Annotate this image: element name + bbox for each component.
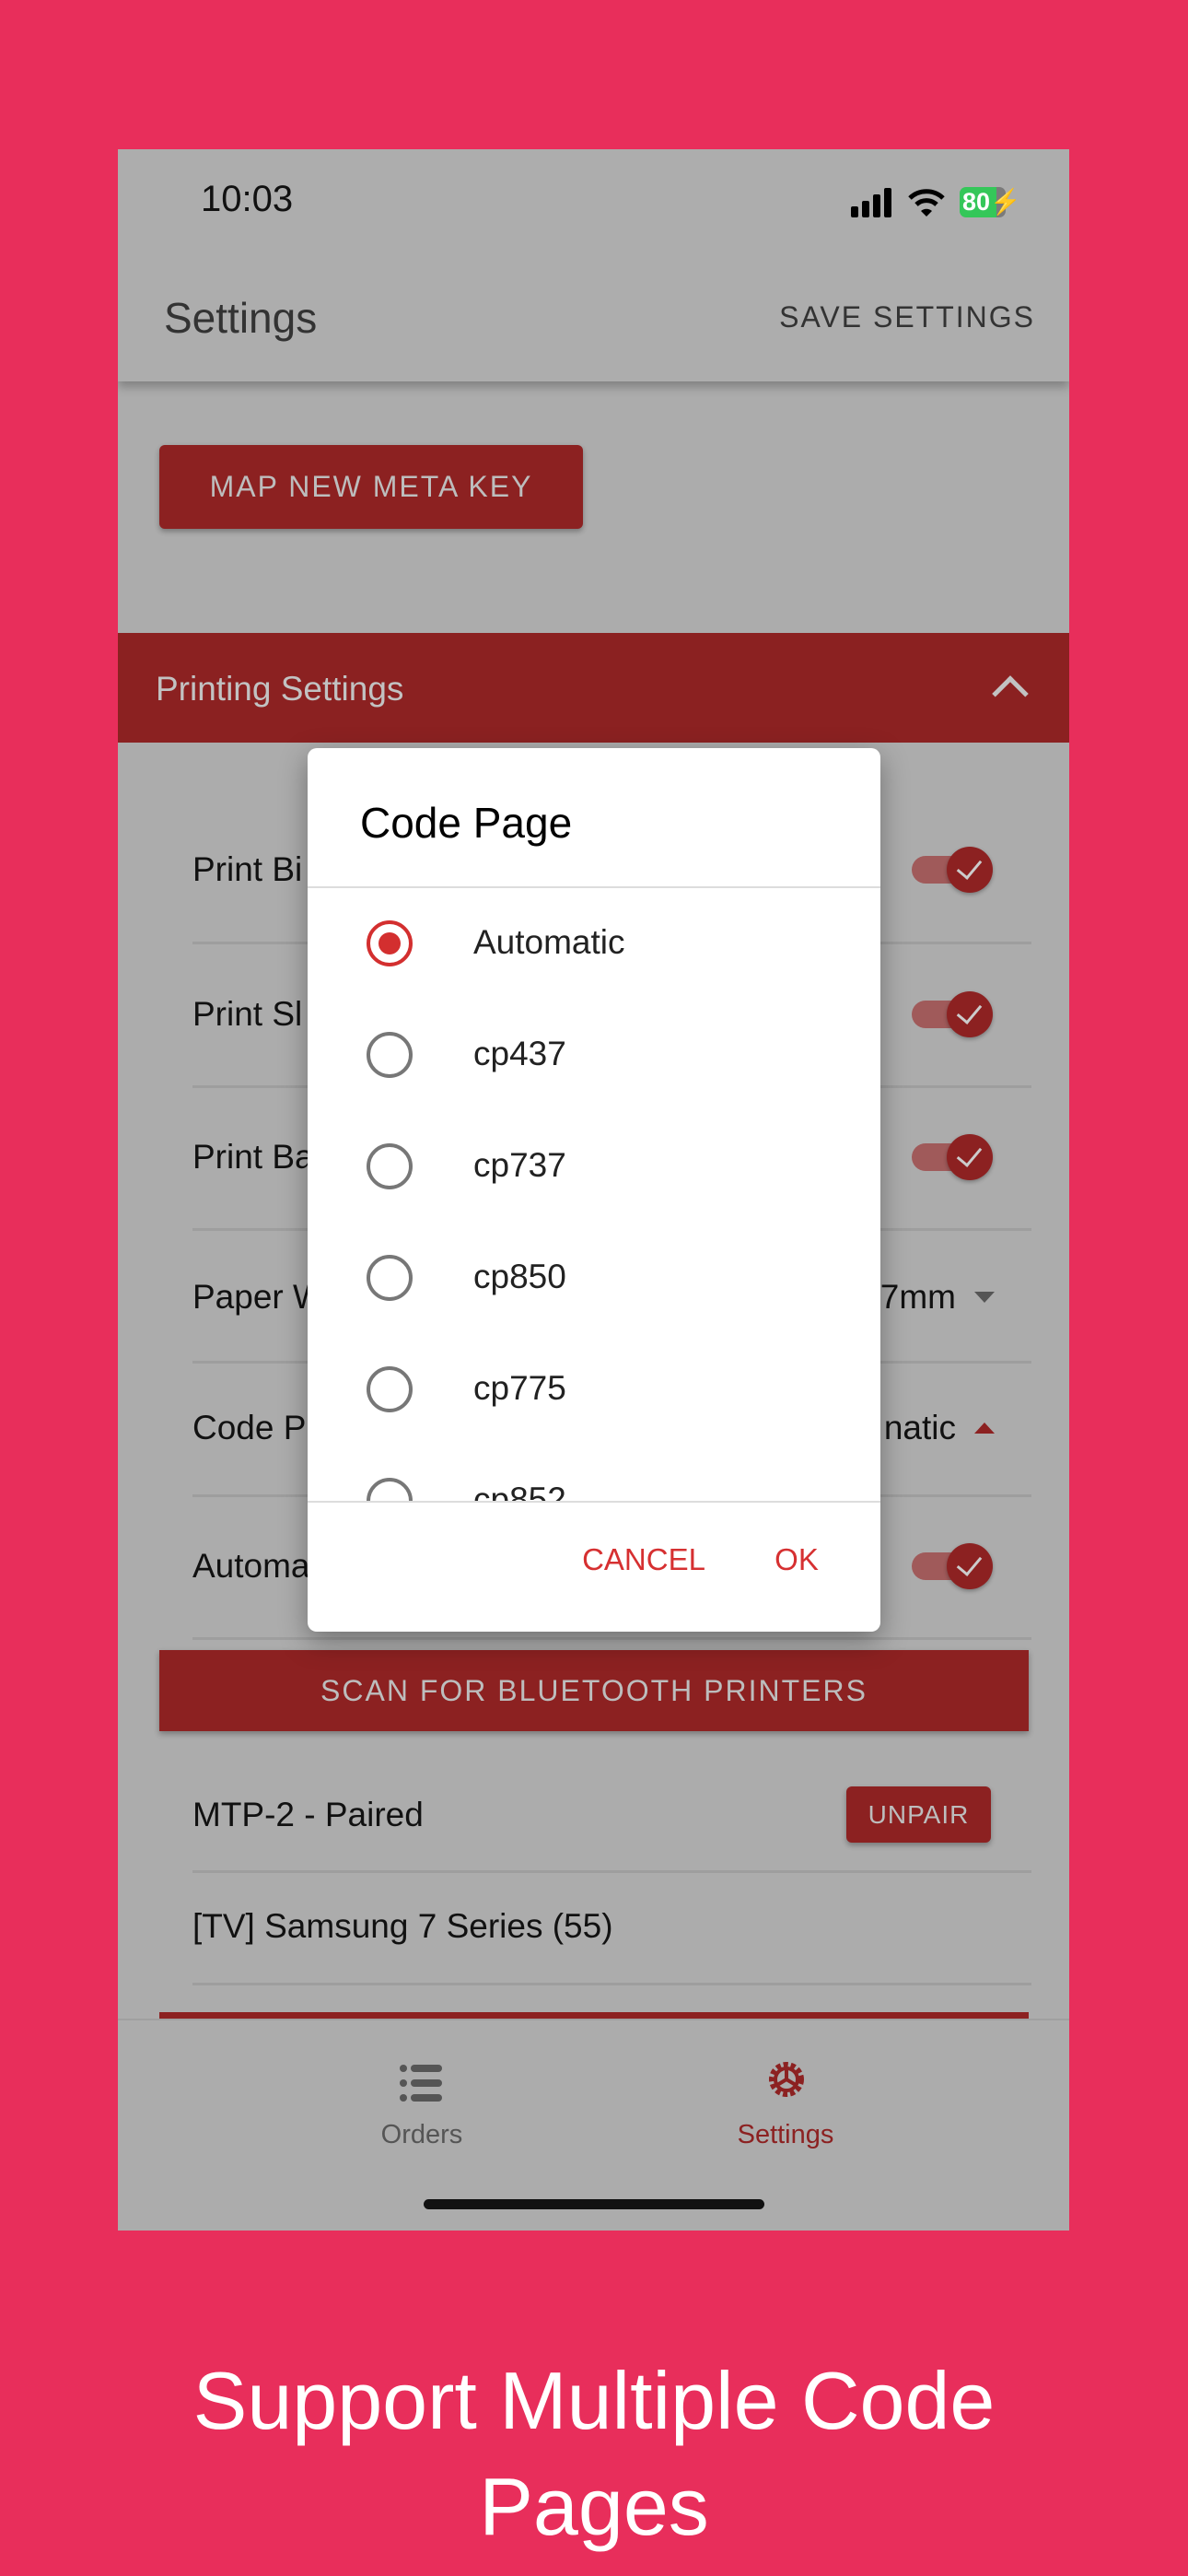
option-cp852[interactable]: cp852 [308, 1446, 880, 1501]
setting-label: Print Ba [192, 1138, 314, 1176]
app-header: 10:03 80⚡ Settings SAVE SETTINGS [118, 149, 1069, 381]
caption-line-2: Pages [479, 2461, 709, 2552]
option-cp437[interactable]: cp437 [308, 1000, 880, 1111]
option-label: Automatic [473, 923, 625, 961]
nav-settings[interactable]: Settings [738, 2048, 833, 2159]
setting-label: Print Sl [192, 995, 303, 1033]
battery-level: 80 [962, 188, 991, 216]
status-time: 10:03 [201, 179, 294, 219]
setting-label: Automa [192, 1547, 310, 1585]
option-cp737[interactable]: cp737 [308, 1111, 880, 1223]
setting-label: Print Bi [192, 850, 303, 888]
scan-bluetooth-button[interactable]: SCAN FOR BLUETOOTH PRINTERS [159, 1650, 1029, 1731]
toggle-check-icon[interactable] [947, 847, 993, 893]
divider [192, 1870, 1031, 1873]
radio-icon[interactable] [367, 1143, 413, 1189]
setting-label: Code P [192, 1409, 307, 1446]
divider [308, 1501, 880, 1503]
toggle-check-icon[interactable] [947, 991, 993, 1037]
unpair-button[interactable]: UNPAIR [846, 1786, 991, 1843]
gear-icon [769, 2062, 804, 2097]
setting-label: Paper W [192, 1278, 325, 1316]
paper-width-value[interactable]: 7mm [880, 1278, 956, 1317]
home-indicator [424, 2199, 764, 2209]
device-name[interactable]: [TV] Samsung 7 Series (55) [192, 1907, 613, 1946]
option-label: cp737 [473, 1146, 566, 1184]
printing-settings-header[interactable]: Printing Settings [118, 633, 1069, 743]
device-name: MTP-2 - Paired [192, 1796, 424, 1833]
divider [192, 1637, 1031, 1640]
toggle-check-icon[interactable] [947, 1134, 993, 1180]
nav-label: Orders [380, 2120, 463, 2149]
signal-icon [851, 188, 891, 217]
radio-icon[interactable] [367, 1478, 413, 1501]
option-label: cp775 [473, 1369, 566, 1407]
radio-selected-icon[interactable] [367, 920, 413, 966]
option-cp775[interactable]: cp775 [308, 1334, 880, 1446]
list-icon [400, 2065, 442, 2102]
option-list[interactable]: Automatic cp437 cp737 cp850 cp775 cp852 [308, 888, 880, 1501]
dropdown-arrow-icon[interactable] [974, 1292, 995, 1303]
page-title: Settings [164, 294, 318, 342]
nav-orders[interactable]: Orders [380, 2048, 463, 2159]
radio-icon[interactable] [367, 1255, 413, 1301]
option-cp850[interactable]: cp850 [308, 1223, 880, 1334]
divider [192, 1983, 1031, 1985]
nav-label: Settings [737, 2120, 834, 2149]
option-label: cp437 [473, 1035, 566, 1072]
toggle-check-icon[interactable] [947, 1543, 993, 1589]
radio-icon[interactable] [367, 1366, 413, 1412]
code-page-dialog: Code Page Automatic cp437 cp737 cp850 cp… [308, 748, 880, 1632]
chevron-up-icon [992, 675, 1029, 712]
map-new-meta-key-button[interactable]: MAP NEW META KEY [159, 445, 583, 529]
dialog-title: Code Page [360, 799, 573, 847]
ok-button[interactable]: OK [775, 1542, 819, 1577]
battery-charging-icon: 80⚡ [960, 187, 1021, 217]
cancel-button[interactable]: CANCEL [582, 1542, 705, 1577]
save-settings-button[interactable]: SAVE SETTINGS [779, 300, 1035, 334]
option-label: cp852 [473, 1481, 566, 1501]
dropdown-arrow-up-icon[interactable] [974, 1423, 995, 1434]
caption-line-1: Support Multiple Code [192, 2355, 996, 2446]
code-page-value[interactable]: natic [884, 1409, 956, 1447]
option-automatic[interactable]: Automatic [308, 888, 880, 1000]
radio-icon[interactable] [367, 1032, 413, 1078]
option-label: cp850 [473, 1258, 566, 1295]
wifi-icon [908, 189, 945, 217]
section-title: Printing Settings [156, 670, 404, 708]
